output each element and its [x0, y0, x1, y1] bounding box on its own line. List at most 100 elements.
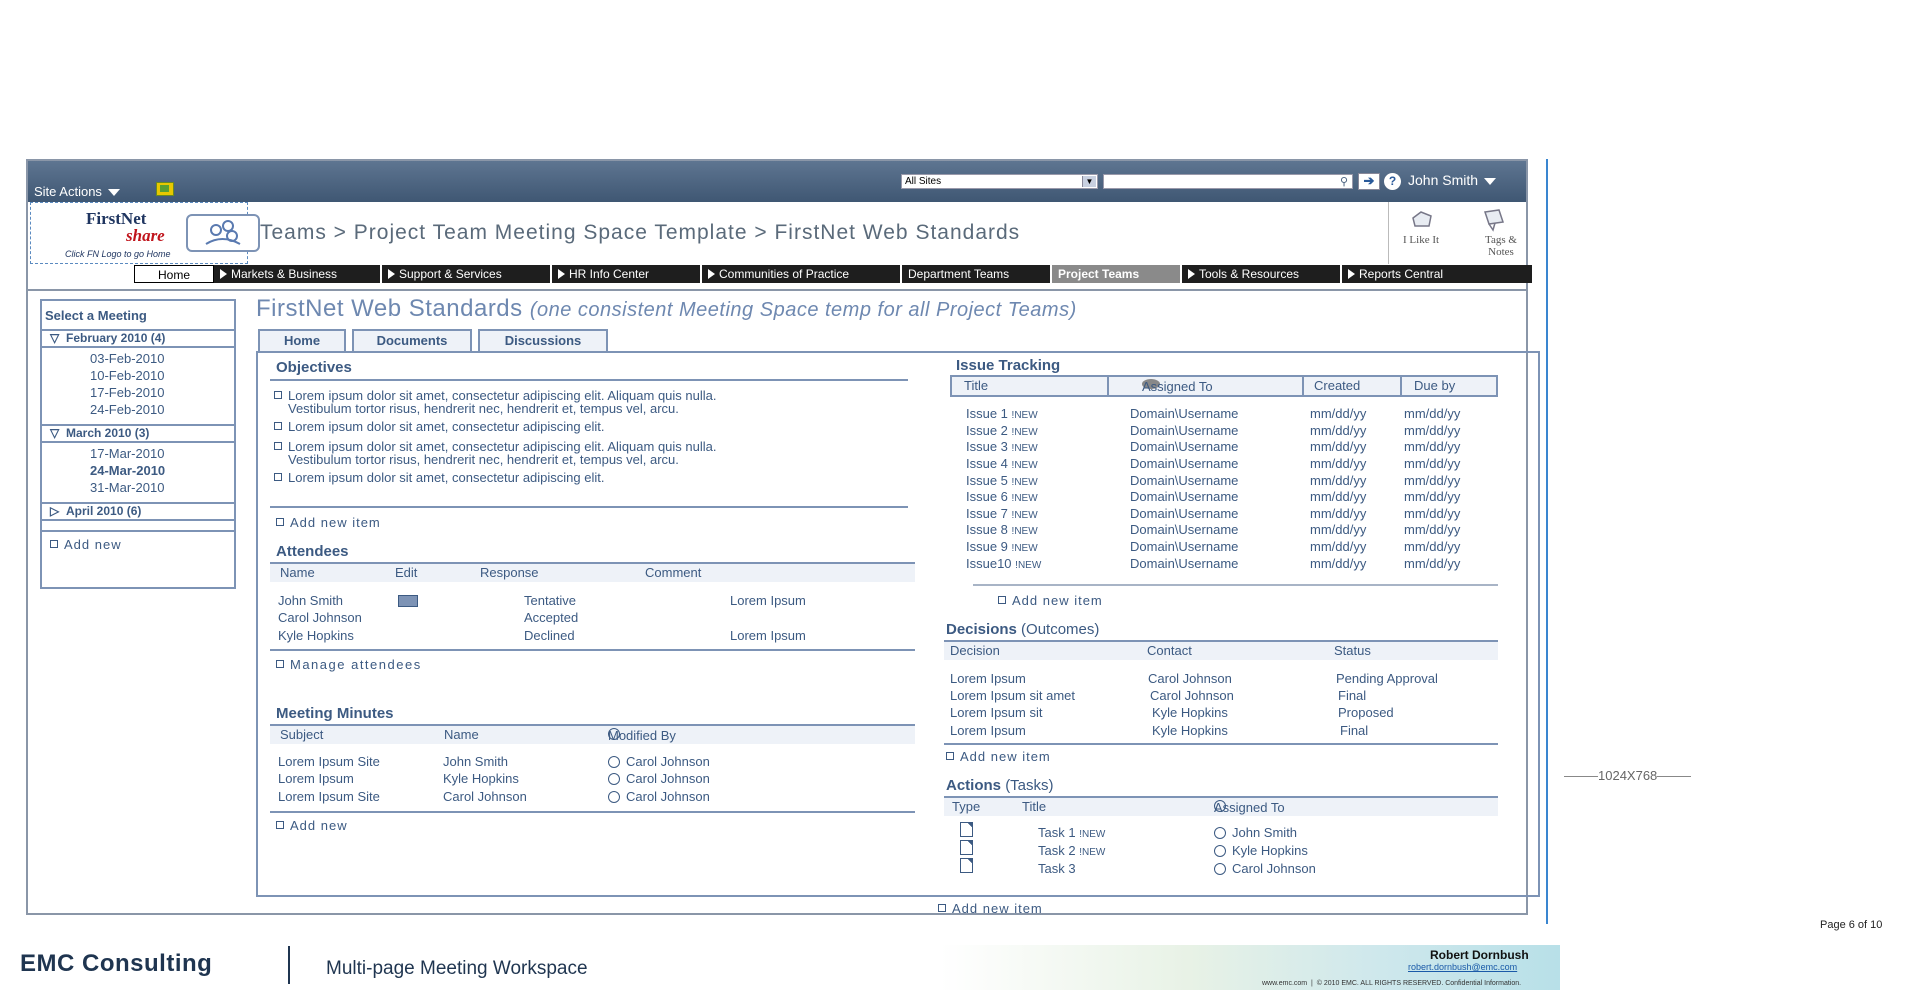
actions-add-item[interactable]: Add new item	[938, 901, 1043, 916]
issue-title[interactable]: Issue 9 !NEW	[966, 539, 1038, 554]
tab-discussions[interactable]: Discussions	[478, 329, 608, 351]
issue-due: mm/dd/yy	[1404, 506, 1461, 521]
column-header[interactable]: Status	[1334, 643, 1371, 658]
column-header[interactable]: Edit	[395, 565, 417, 580]
issue-title[interactable]: Issue10 !NEW	[966, 556, 1041, 571]
attendee-name[interactable]: Carol Johnson	[278, 610, 362, 625]
tags-notes-icon[interactable]	[1479, 206, 1509, 232]
footer-url[interactable]: www.emc.com	[1262, 980, 1307, 987]
column-header[interactable]: Name	[280, 565, 315, 580]
group-february-2010[interactable]: ▽ February 2010 (4)	[42, 329, 234, 348]
meeting-date-link[interactable]: 03-Feb-2010	[90, 351, 164, 366]
task-title[interactable]: Task 2 !NEW	[1038, 843, 1105, 858]
tags-notes-label[interactable]: Tags & Notes	[1485, 234, 1517, 258]
issue-due: mm/dd/yy	[1404, 539, 1461, 554]
issue-title[interactable]: Issue 3 !NEW	[966, 439, 1038, 454]
help-icon[interactable]: ?	[1384, 173, 1401, 190]
nav-department-teams[interactable]: Department Teams	[902, 265, 1052, 283]
issue-title[interactable]: Issue 7 !NEW	[966, 506, 1038, 521]
nav-support-services[interactable]: Support & Services	[382, 265, 552, 283]
meeting-date-link[interactable]: 24-Feb-2010	[90, 402, 164, 417]
decision-text[interactable]: Lorem Ipsum	[950, 723, 1026, 738]
task-title[interactable]: Task 3	[1038, 861, 1076, 876]
column-header[interactable]: Comment	[645, 565, 701, 580]
thumbs-up-icon[interactable]	[1407, 208, 1437, 230]
add-new-label: Add new	[64, 537, 122, 552]
nav-communities-of-practice[interactable]: Communities of Practice	[702, 265, 902, 283]
breadcrumb[interactable]: Teams > Project Team Meeting Space Templ…	[260, 221, 1020, 245]
attendee-name[interactable]: John Smith	[278, 593, 343, 608]
nav-reports-central[interactable]: Reports Central	[1342, 265, 1502, 283]
edit-icon[interactable]	[398, 595, 418, 607]
add-new-meeting[interactable]: Add new	[50, 537, 122, 552]
minutes-subject[interactable]: Lorem Ipsum Site	[278, 754, 380, 769]
minutes-subject[interactable]: Lorem Ipsum	[278, 771, 354, 786]
tab-home[interactable]: Home	[258, 329, 346, 351]
search-input[interactable]: ⚲	[1103, 174, 1353, 189]
group-march-2010[interactable]: ▽ March 2010 (3)	[42, 424, 234, 443]
meeting-date-link-selected[interactable]: 24-Mar-2010	[90, 463, 165, 478]
issue-title[interactable]: Issue 4 !NEW	[966, 456, 1038, 471]
nav-markets-business[interactable]: Markets & Business	[214, 265, 382, 283]
issue-created: mm/dd/yy	[1310, 456, 1367, 471]
divider	[42, 530, 234, 532]
issues-header: Title Assigned To Created Due by	[950, 375, 1498, 397]
search-scope-select[interactable]: All Sites ▼	[901, 174, 1098, 189]
column-header[interactable]: Created	[1314, 378, 1360, 393]
column-header[interactable]: Response	[480, 565, 539, 580]
objectives-add-item[interactable]: Add new item	[276, 515, 381, 530]
issues-add-item[interactable]: Add new item	[998, 593, 1103, 608]
issue-title[interactable]: Issue 6 !NEW	[966, 489, 1038, 504]
bullet-icon	[274, 473, 282, 481]
meeting-date-link[interactable]: 31-Mar-2010	[90, 480, 164, 495]
column-header[interactable]: Title	[964, 378, 988, 393]
manage-attendees-link[interactable]: Manage attendees	[276, 657, 422, 672]
search-go-icon[interactable]: ➔	[1358, 173, 1380, 190]
column-header[interactable]: Type	[952, 799, 980, 814]
issue-title[interactable]: Issue 8 !NEW	[966, 522, 1038, 537]
nav-project-teams[interactable]: Project Teams	[1052, 265, 1182, 283]
column-header[interactable]: Subject	[280, 727, 323, 742]
decision-text[interactable]: Lorem Ipsum sit	[950, 705, 1042, 720]
decision-text[interactable]: Lorem Ipsum	[950, 671, 1026, 686]
modified-by-value: Carol Johnson	[626, 754, 710, 769]
decision-text[interactable]: Lorem Ipsum sit amet	[950, 688, 1075, 703]
nav-home[interactable]: Home	[134, 265, 214, 283]
actions-title: Actions (Tasks)	[946, 777, 1054, 794]
column-header[interactable]: Title	[1022, 799, 1046, 814]
issue-title[interactable]: Issue 2 !NEW	[966, 423, 1038, 438]
add-label: Add new item	[1012, 593, 1103, 608]
minutes-add-new[interactable]: Add new	[276, 818, 348, 833]
meeting-date-link[interactable]: 17-Feb-2010	[90, 385, 164, 400]
search-icon[interactable]: ⚲	[1340, 175, 1348, 188]
column-header[interactable]: Due by	[1414, 378, 1455, 393]
decisions-add-item[interactable]: Add new item	[946, 749, 1051, 764]
attendee-name[interactable]: Kyle Hopkins	[278, 628, 354, 643]
people-group-icon[interactable]	[186, 214, 260, 252]
meeting-date-link[interactable]: 10-Feb-2010	[90, 368, 164, 383]
minutes-name: Kyle Hopkins	[443, 771, 519, 786]
nav-hr-info-center[interactable]: HR Info Center	[552, 265, 702, 283]
issue-due: mm/dd/yy	[1404, 423, 1461, 438]
task-title[interactable]: Task 1 !NEW	[1038, 825, 1105, 840]
objective-line: Lorem ipsum dolor sit amet, consectetur …	[288, 419, 605, 434]
author-email[interactable]: robert.dornbush@emc.com	[1408, 962, 1517, 972]
minutes-subject[interactable]: Lorem Ipsum Site	[278, 789, 380, 804]
column-header[interactable]: Decision	[950, 643, 1000, 658]
nav-label: Department Teams	[908, 267, 1010, 281]
tab-documents[interactable]: Documents	[352, 329, 472, 351]
issue-title[interactable]: Issue 5 !NEW	[966, 473, 1038, 488]
column-header[interactable]: Name	[444, 727, 479, 742]
edit-page-icon[interactable]	[156, 182, 174, 196]
nav-tools-resources[interactable]: Tools & Resources	[1182, 265, 1342, 283]
decisions-title: Decisions (Outcomes)	[946, 621, 1099, 638]
column-header[interactable]: Contact	[1147, 643, 1192, 658]
issue-title[interactable]: Issue 1 !NEW	[966, 406, 1038, 421]
site-actions-menu[interactable]: Site Actions	[34, 184, 120, 199]
user-menu[interactable]: John Smith	[1408, 172, 1497, 188]
group-april-2010[interactable]: ▷ April 2010 (6)	[42, 502, 234, 521]
i-like-it-label[interactable]: I Like It	[1403, 234, 1439, 246]
meeting-date-link[interactable]: 17-Mar-2010	[90, 446, 164, 461]
task-assigned-value: Carol Johnson	[1232, 861, 1316, 876]
circle-icon	[1214, 845, 1226, 857]
